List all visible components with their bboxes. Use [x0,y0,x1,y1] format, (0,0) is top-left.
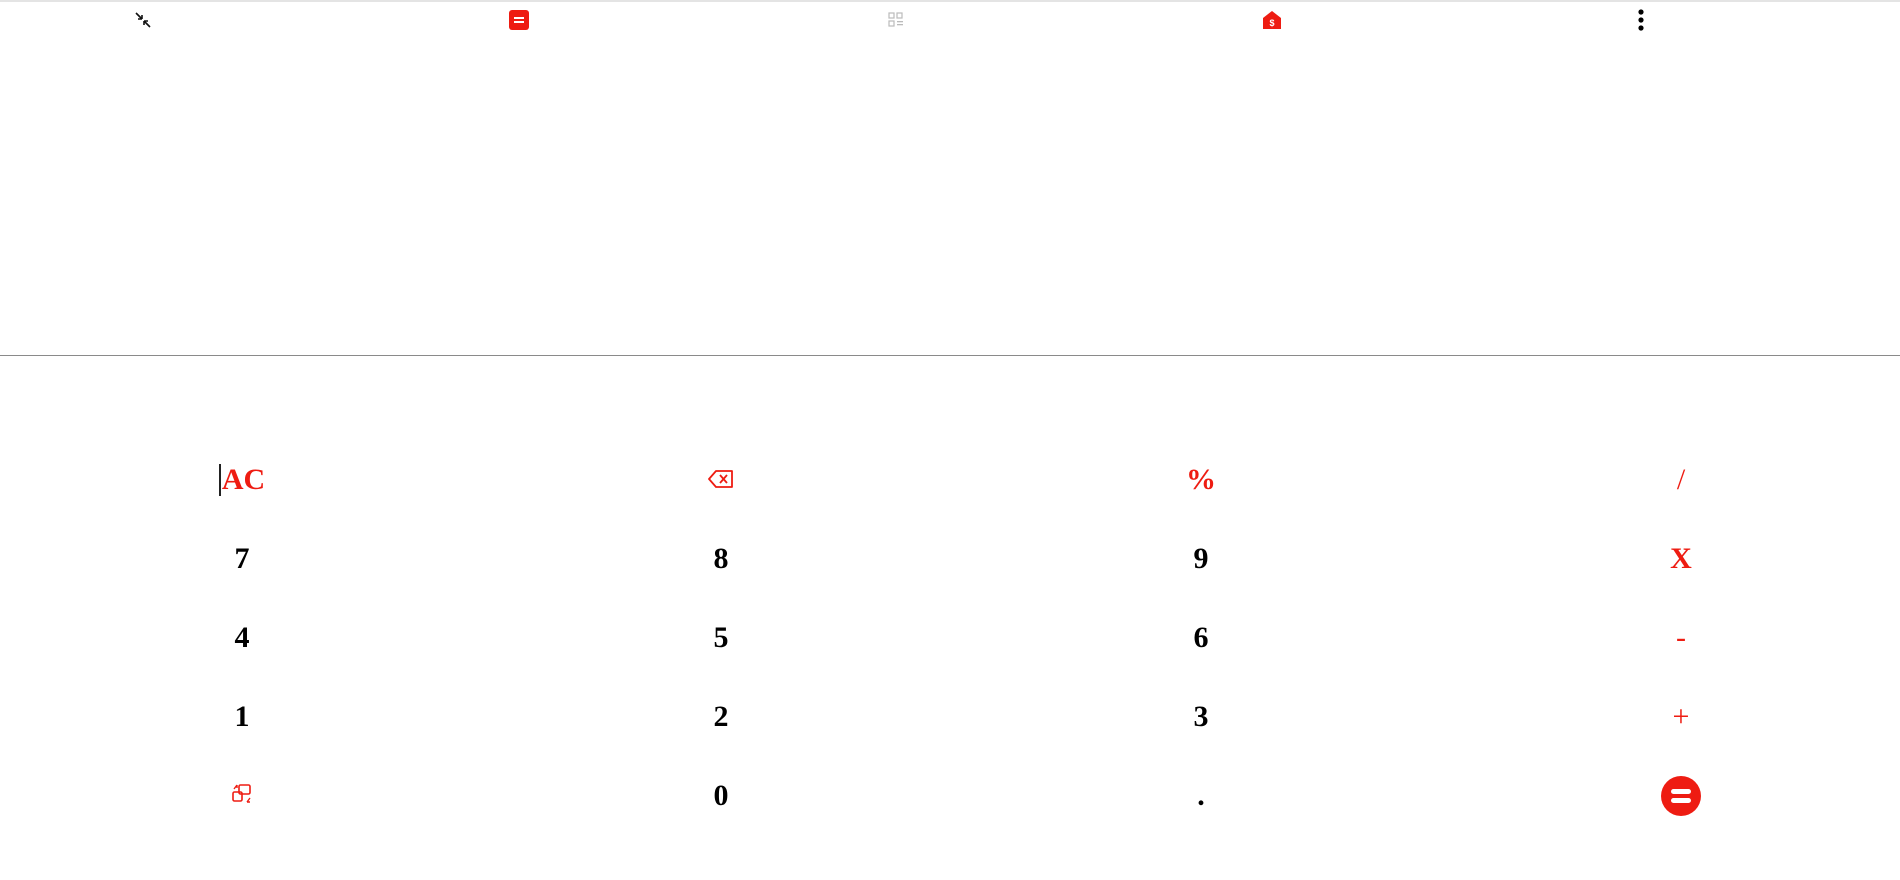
digit-1-button[interactable]: 1 [182,687,302,747]
percent-button[interactable]: % [1141,450,1261,510]
calculator-display [0,38,1900,355]
digit-2-button[interactable]: 2 [661,687,781,747]
collapse-icon[interactable] [129,6,157,34]
backspace-icon [708,463,734,497]
digit-0-button[interactable]: 0 [661,766,781,826]
digit-7-button[interactable]: 7 [182,529,302,589]
more-vert-icon[interactable] [1627,6,1655,34]
calculator-icon[interactable] [505,6,533,34]
plus-button[interactable]: + [1621,687,1741,747]
digit-5-button[interactable]: 5 [661,608,781,668]
svg-text:$: $ [1269,18,1274,28]
multiply-button[interactable]: X [1621,529,1741,589]
digit-3-button[interactable]: 3 [1141,687,1261,747]
converter-icon [231,779,253,813]
text-cursor [218,464,221,496]
qr-code-icon[interactable] [882,6,910,34]
digit-4-button[interactable]: 4 [182,608,302,668]
currency-home-icon[interactable]: $ [1258,6,1286,34]
equals-icon [1661,776,1701,816]
converter-button[interactable] [182,766,302,826]
keypad: AC % / 7 8 9 X 4 5 6 - 1 2 3 + 0 . [0,356,1900,880]
digit-6-button[interactable]: 6 [1141,608,1261,668]
toolbar: $ [0,2,1900,38]
minus-button[interactable]: - [1621,608,1741,668]
clear-all-button[interactable]: AC [182,450,302,510]
digit-8-button[interactable]: 8 [661,529,781,589]
decimal-button[interactable]: . [1141,766,1261,826]
backspace-button[interactable] [661,450,781,510]
digit-9-button[interactable]: 9 [1141,529,1261,589]
divide-button[interactable]: / [1621,450,1741,510]
equals-button[interactable] [1621,766,1741,826]
